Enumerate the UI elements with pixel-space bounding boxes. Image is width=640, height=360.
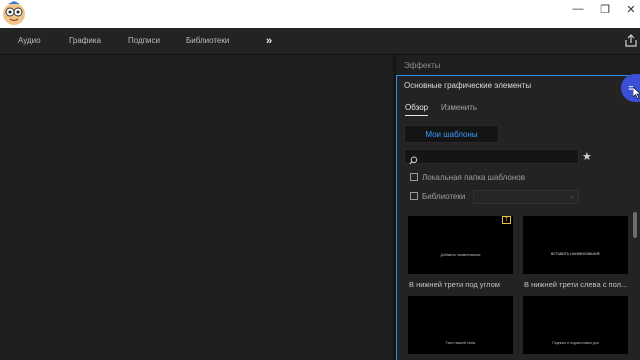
thumbnail-text: Подписи и подзаголовок для	[552, 341, 599, 345]
thumbnail-text: ВСТАВИТЬ НАИМЕНОВАНИЕ	[550, 252, 601, 256]
libraries-checkbox[interactable]	[410, 192, 418, 200]
local-folder-label: Локальная папка шаблонов	[422, 173, 525, 182]
close-button[interactable]: ✕	[616, 0, 640, 18]
scrollbar[interactable]	[633, 212, 637, 238]
workspace-graphics[interactable]: Графика	[69, 28, 101, 54]
program-viewer[interactable]	[0, 55, 393, 360]
workspace-audio[interactable]: Аудио	[18, 28, 41, 54]
thumbnail-text: Добавить наименование	[440, 253, 481, 257]
title-bar: — ❐ ✕	[0, 0, 640, 28]
thumbnail-text: Текст вашей темы	[445, 341, 476, 345]
template-thumbnail[interactable]: Добавить наименование	[408, 216, 513, 274]
search-icon	[409, 152, 418, 170]
app-logo-icon	[0, 0, 30, 28]
library-select[interactable]: ⌄	[473, 190, 579, 204]
libraries-label: Библиотеки	[422, 192, 466, 201]
template-thumbnail[interactable]: Подписи и подзаголовок для	[523, 296, 628, 354]
minimize-button[interactable]: —	[563, 0, 593, 18]
template-thumbnail[interactable]: Текст вашей темы	[408, 296, 513, 354]
my-templates-button[interactable]: Мои шаблоны	[404, 125, 499, 143]
chevron-double-right-icon[interactable]: »	[266, 28, 272, 54]
search-input[interactable]	[404, 149, 579, 164]
panel-title: Основные графические элементы	[404, 81, 532, 90]
tab-browse[interactable]: Обзор	[405, 103, 429, 116]
local-folder-checkbox[interactable]	[410, 173, 418, 181]
template-label: В нижней трети слева с пол...	[524, 280, 628, 289]
export-icon[interactable]	[624, 34, 638, 48]
template-thumbnail[interactable]: ВСТАВИТЬ НАИМЕНОВАНИЕ	[523, 216, 628, 274]
chevron-down-icon: ⌄	[569, 193, 575, 200]
star-icon[interactable]: ★	[582, 150, 592, 163]
template-label: В нижней трети под углом	[409, 280, 500, 289]
effects-panel-tab[interactable]: Эффекты	[404, 61, 440, 70]
tab-edit[interactable]: Изменить	[441, 103, 477, 112]
workspace-libraries[interactable]: Библиотеки	[186, 28, 229, 54]
workspace-bar: Аудио Графика Подписи Библиотеки »	[0, 28, 640, 55]
workspace-captions[interactable]: Подписи	[128, 28, 160, 54]
mouse-cursor-icon	[632, 86, 640, 104]
template-badge-icon: T	[502, 216, 511, 224]
